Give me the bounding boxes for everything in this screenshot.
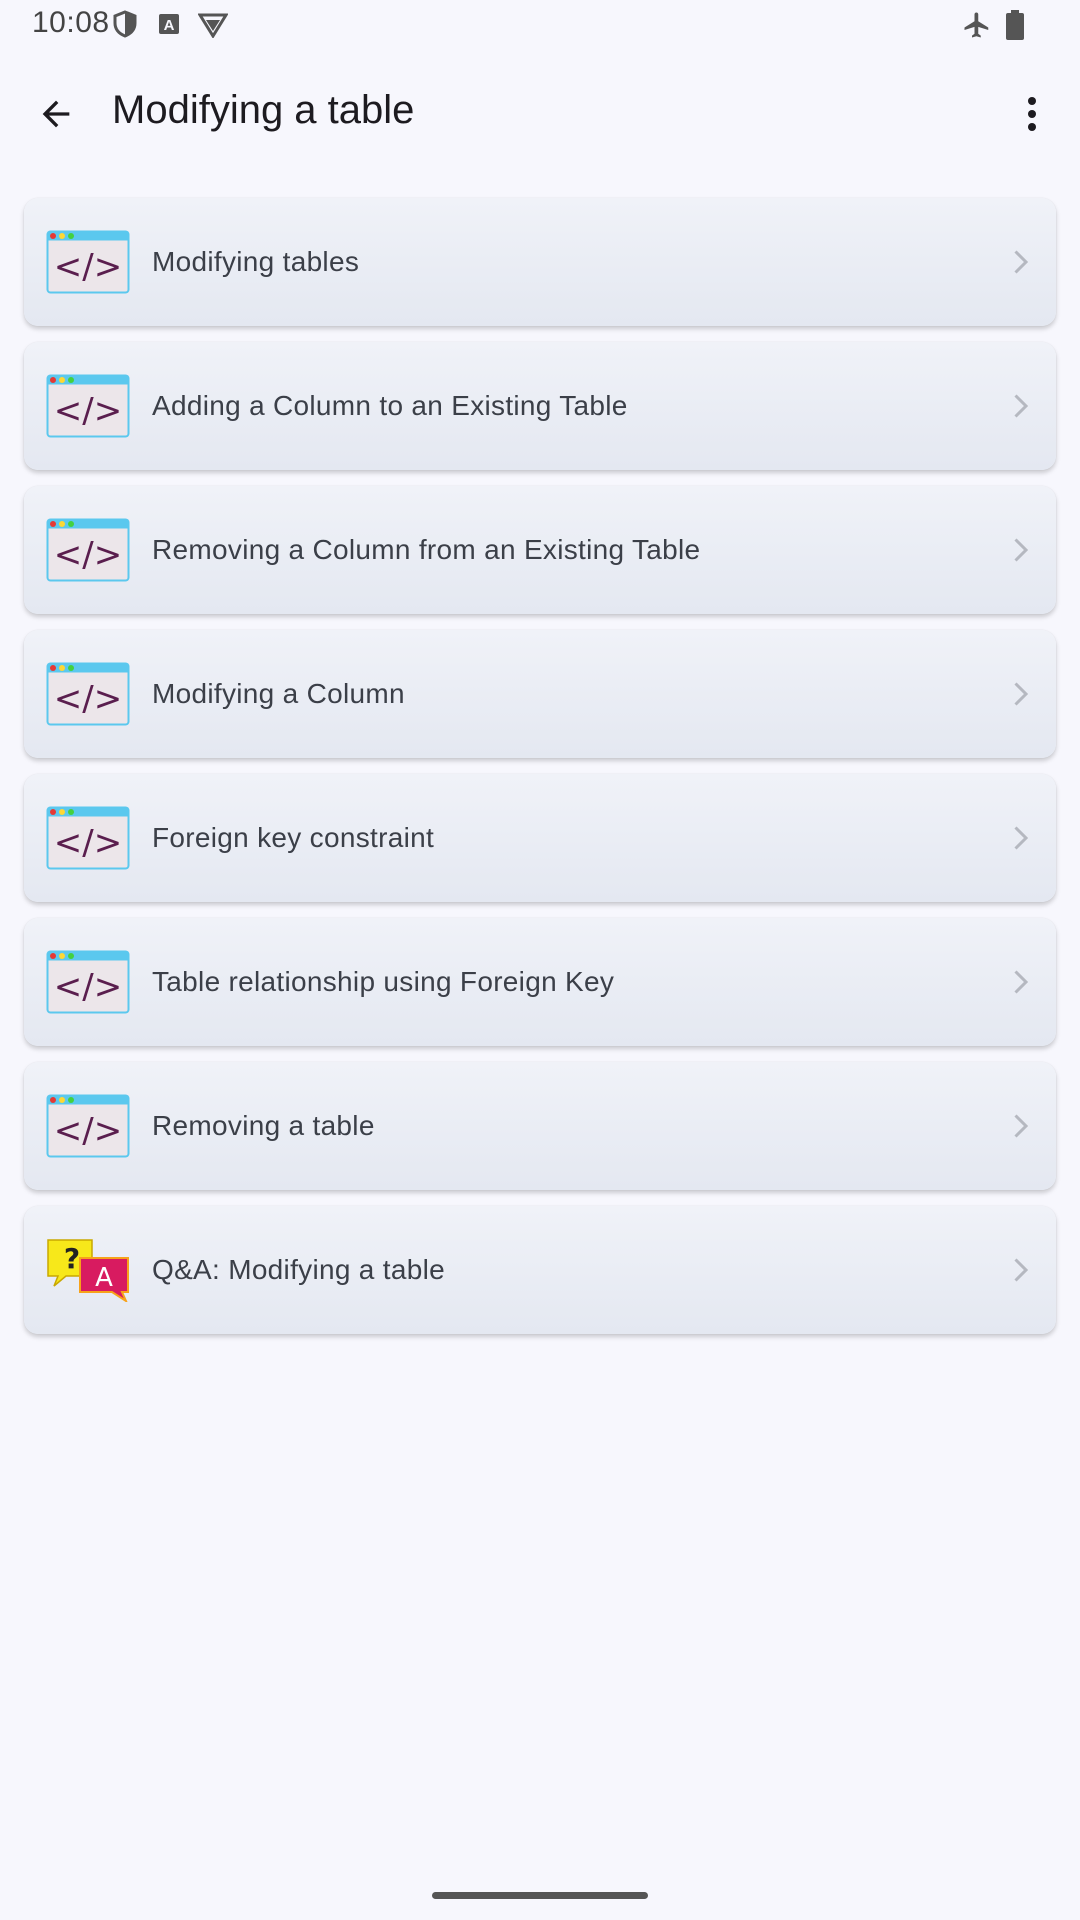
svg-text:</>: </> — [54, 247, 122, 287]
status-bar: 10:08 A — [0, 0, 1080, 50]
svg-text:</>: </> — [54, 967, 122, 1007]
chevron-right-icon — [1014, 1114, 1029, 1138]
code-window-icon: </> — [46, 950, 130, 1014]
chevron-right-icon — [1014, 970, 1029, 994]
svg-text:</>: </> — [54, 535, 122, 575]
list-item-label: Removing a Column from an Existing Table — [152, 534, 701, 565]
code-window-icon: </> — [46, 1094, 130, 1158]
list-item[interactable]: </> Foreign key constraint — [24, 774, 1056, 902]
home-indicator[interactable] — [432, 1892, 648, 1899]
qa-bubbles-icon: ? A — [47, 1239, 129, 1302]
list-item[interactable]: </> Removing a table — [24, 1062, 1056, 1190]
list-item-label: Modifying tables — [152, 246, 360, 277]
font-a-icon: A — [158, 13, 180, 40]
chevron-right-icon — [1014, 682, 1029, 706]
svg-text:</>: </> — [54, 679, 122, 719]
page-title: Modifying a table — [112, 88, 415, 132]
svg-text:A: A — [164, 17, 175, 34]
chevron-right-icon — [1014, 538, 1029, 562]
list-item[interactable]: </> Modifying tables — [24, 198, 1056, 326]
list-item-label: Foreign key constraint — [152, 822, 435, 853]
more-vert-icon — [1028, 97, 1036, 131]
chevron-right-icon — [1014, 826, 1029, 850]
vpn-triangle-icon — [197, 12, 229, 43]
status-time: 10:08 — [32, 6, 110, 39]
code-window-icon: </> — [46, 230, 130, 294]
svg-text:</>: </> — [54, 823, 122, 863]
svg-text:</>: </> — [54, 1111, 122, 1151]
list-item-label: Removing a table — [152, 1110, 375, 1141]
list-item[interactable]: </> Modifying a Column — [24, 630, 1056, 758]
list-item-label: Modifying a Column — [152, 678, 405, 709]
list-item[interactable]: ? A Q&A: Modifying a table — [24, 1206, 1056, 1334]
code-window-icon: </> — [46, 518, 130, 582]
topic-list: </> Modifying tables </> Adding a Column… — [24, 198, 1056, 1350]
list-item-label: Adding a Column to an Existing Table — [152, 390, 628, 421]
list-item-label: Table relationship using Foreign Key — [152, 966, 615, 997]
arrow-back-icon — [42, 100, 70, 128]
code-window-icon: </> — [46, 374, 130, 438]
list-item[interactable]: </> Table relationship using Foreign Key — [24, 918, 1056, 1046]
chevron-right-icon — [1014, 394, 1029, 418]
list-item[interactable]: </> Removing a Column from an Existing T… — [24, 486, 1056, 614]
qa-question-mark: ? — [64, 1242, 80, 1275]
shield-icon — [112, 10, 138, 43]
code-window-icon: </> — [46, 806, 130, 870]
app-bar: Modifying a table — [0, 60, 1080, 164]
airplane-icon — [962, 10, 992, 45]
list-item-label: Q&A: Modifying a table — [152, 1254, 445, 1285]
chevron-right-icon — [1014, 250, 1029, 274]
battery-icon — [1005, 10, 1025, 45]
code-window-icon: </> — [46, 662, 130, 726]
back-button[interactable] — [22, 80, 90, 148]
list-item[interactable]: </> Adding a Column to an Existing Table — [24, 342, 1056, 470]
more-options-button[interactable] — [996, 80, 1068, 148]
qa-answer-letter: A — [95, 1263, 113, 1293]
chevron-right-icon — [1014, 1258, 1029, 1282]
svg-text:</>: </> — [54, 391, 122, 431]
